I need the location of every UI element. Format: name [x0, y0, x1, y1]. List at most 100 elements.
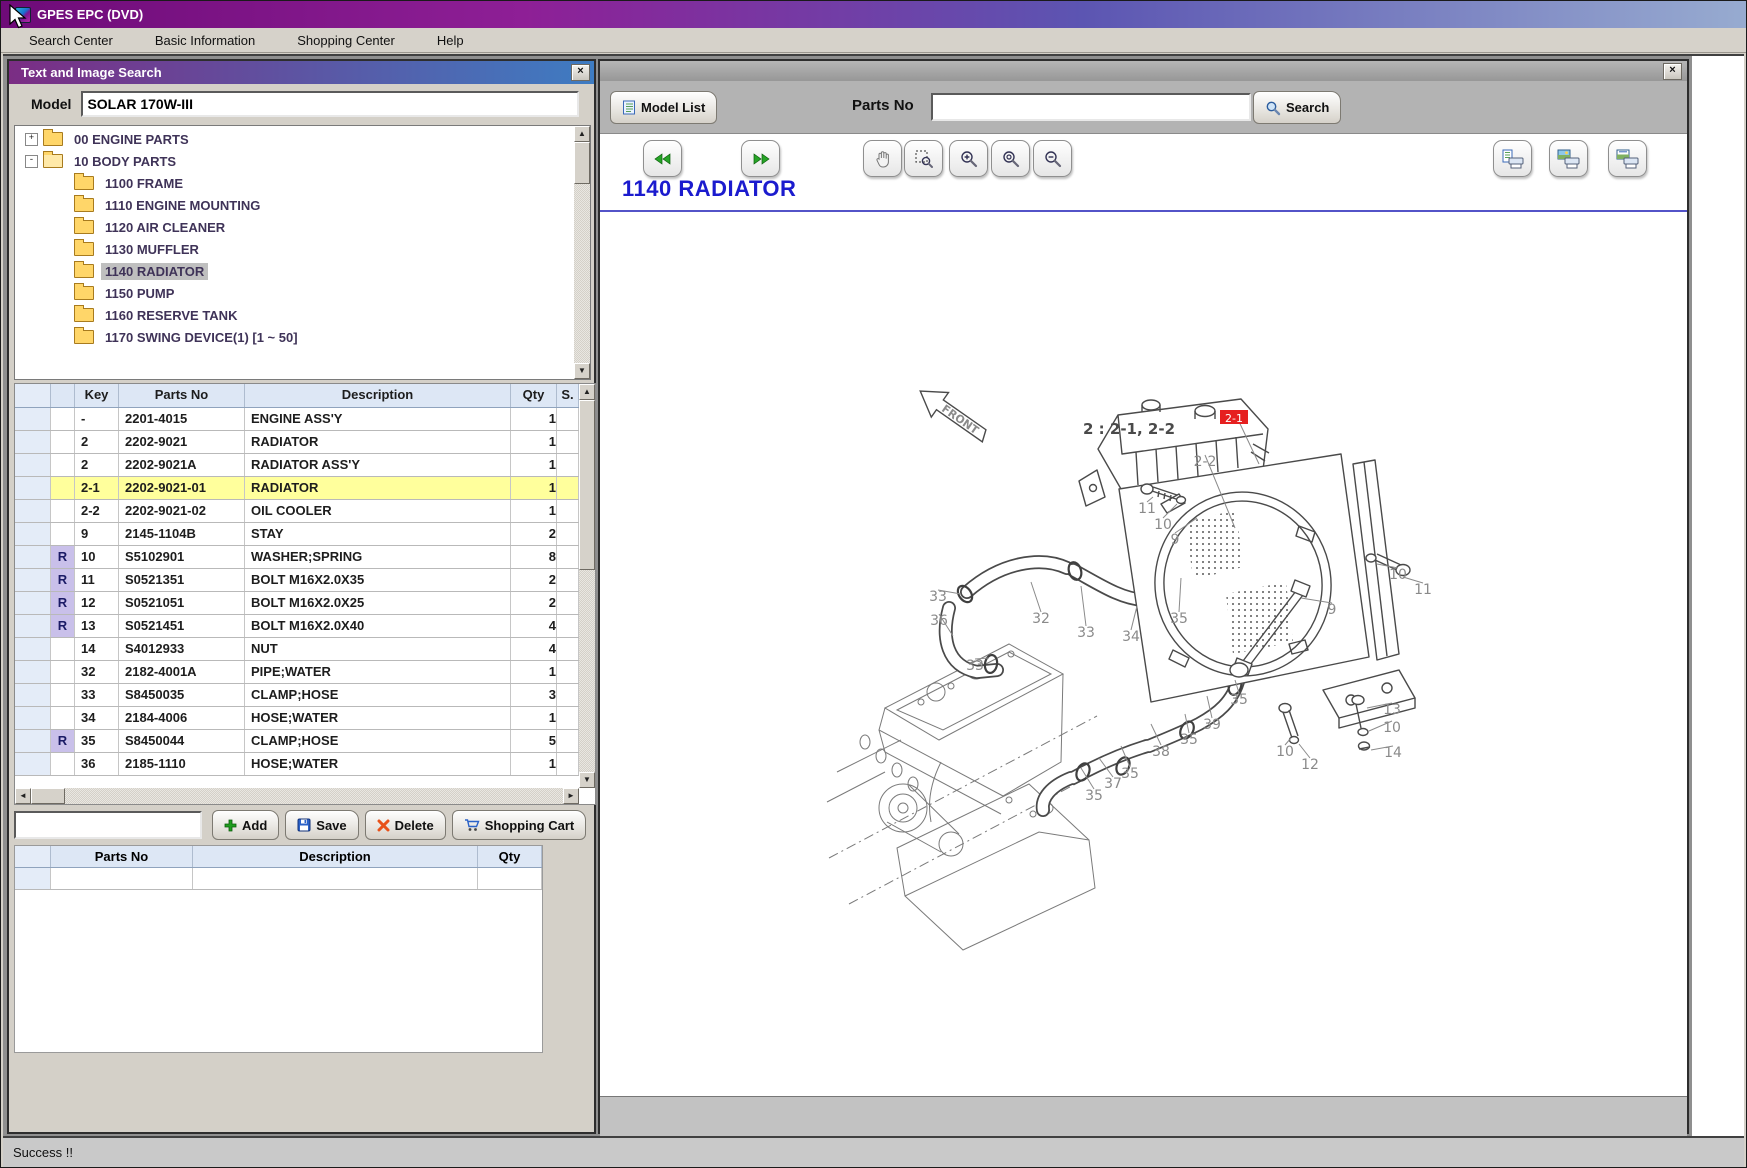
- print-all-button[interactable]: [1608, 140, 1647, 177]
- tree-item-1150-pump[interactable]: 1150 PUMP: [15, 282, 573, 304]
- zoom-reset-button[interactable]: [991, 140, 1030, 177]
- folder-icon: [74, 220, 94, 234]
- parts-table-vscrollbar[interactable]: ▲ ▼: [579, 384, 595, 788]
- menu-basic-information[interactable]: Basic Information: [141, 30, 269, 51]
- cell-s: [557, 661, 579, 683]
- cell-r-flag: R: [51, 569, 75, 591]
- parts-hscroll-thumb[interactable]: [31, 788, 65, 804]
- parts-row-2201-4015[interactable]: -2201-4015ENGINE ASS'Y1: [15, 408, 579, 431]
- parts-row-2185-1110[interactable]: 362185-1110HOSE;WATER1: [15, 753, 579, 776]
- parts-row-S8450035[interactable]: 33S8450035CLAMP;HOSE3: [15, 684, 579, 707]
- page-previous-button[interactable]: [643, 140, 682, 177]
- add-button[interactable]: Add: [212, 810, 279, 840]
- scroll-down-icon[interactable]: ▼: [579, 772, 595, 788]
- cell-key: 12: [75, 592, 119, 614]
- tree-item-1130-muffler[interactable]: 1130 MUFFLER: [15, 238, 573, 260]
- parts-row-2182-4001A[interactable]: 322182-4001APIPE;WATER1: [15, 661, 579, 684]
- cart-col-sel: [15, 846, 51, 867]
- tree-scrollbar[interactable]: ▲ ▼: [574, 126, 590, 379]
- menu-help[interactable]: Help: [423, 30, 478, 51]
- cart-table: Parts No Description Qty: [14, 845, 543, 1053]
- tree-item-1110-engine-mounting[interactable]: 1110 ENGINE MOUNTING: [15, 194, 573, 216]
- menu-search-center[interactable]: Search Center: [15, 30, 127, 51]
- parts-row-S0521051[interactable]: R12S0521051BOLT M16X2.0X252: [15, 592, 579, 615]
- tree-item-1100-frame[interactable]: 1100 FRAME: [15, 172, 573, 194]
- hand-icon: [875, 150, 891, 168]
- model-list-button[interactable]: Model List: [610, 91, 717, 124]
- close-icon[interactable]: ×: [571, 64, 590, 81]
- parts-row-2145-1104B[interactable]: 92145-1104BSTAY2: [15, 523, 579, 546]
- cell-r-flag: [51, 431, 75, 453]
- part-label: 35: [1170, 611, 1188, 627]
- parts-table-hscrollbar[interactable]: ◄ ►: [15, 788, 579, 804]
- parts-row-2202-9021[interactable]: 22202-9021RADIATOR1: [15, 431, 579, 454]
- part-label: 11: [1138, 501, 1156, 517]
- front-arrow-label: FRONT: [939, 402, 981, 437]
- print-image-button[interactable]: [1549, 140, 1588, 177]
- tree-item-1120-air-cleaner[interactable]: 1120 AIR CLEANER: [15, 216, 573, 238]
- parts-row-S8450044[interactable]: R35S8450044CLAMP;HOSE5: [15, 730, 579, 753]
- parts-no-input[interactable]: [931, 93, 1251, 121]
- delete-button[interactable]: Delete: [365, 810, 446, 840]
- menu-shopping-center[interactable]: Shopping Center: [283, 30, 409, 51]
- tree-item-10-body-parts[interactable]: -10 BODY PARTS: [15, 150, 573, 172]
- cell-key: 10: [75, 546, 119, 568]
- folder-icon: [74, 308, 94, 322]
- zoom-select-button[interactable]: [904, 140, 943, 177]
- tree-item-1140-radiator[interactable]: 1140 RADIATOR: [15, 260, 573, 282]
- model-input[interactable]: [81, 91, 579, 117]
- title-bar: GPES EPC (DVD): [1, 1, 1746, 28]
- tree-scrollbar-thumb[interactable]: [574, 142, 590, 184]
- cell-s: [557, 753, 579, 775]
- part-label: 14: [1384, 745, 1402, 761]
- scroll-left-icon[interactable]: ◄: [15, 788, 31, 804]
- radiator-diagram[interactable]: FRONT: [600, 214, 1685, 1054]
- actions-row: Add Save Delete Shopping Cart: [14, 807, 594, 843]
- parts-row-S4012933[interactable]: 14S4012933NUT4: [15, 638, 579, 661]
- parts-row-2202-9021-02[interactable]: 2-22202-9021-02OIL COOLER1: [15, 500, 579, 523]
- collapse-icon[interactable]: -: [25, 155, 38, 168]
- tree-item-1170-swing-device-1-1-50[interactable]: 1170 SWING DEVICE(1) [1 ~ 50]: [15, 326, 573, 348]
- parts-row-S5102901[interactable]: R10S5102901WASHER;SPRING8: [15, 546, 579, 569]
- scroll-down-icon[interactable]: ▼: [574, 363, 590, 379]
- scroll-up-icon[interactable]: ▲: [574, 126, 590, 142]
- search-button[interactable]: Search: [1253, 91, 1341, 124]
- cell-r-flag: [51, 638, 75, 660]
- cell-r-flag: [51, 454, 75, 476]
- parts-row-2202-9021A[interactable]: 22202-9021ARADIATOR ASS'Y1: [15, 454, 579, 477]
- parts-row-S0521351[interactable]: R11S0521351BOLT M16X2.0X352: [15, 569, 579, 592]
- cell-parts-no: S8450035: [119, 684, 245, 706]
- scroll-up-icon[interactable]: ▲: [579, 384, 595, 400]
- parts-row-2202-9021-01[interactable]: 2-12202-9021-01RADIATOR1: [15, 477, 579, 500]
- zoom-in-button[interactable]: [949, 140, 988, 177]
- pan-hand-button[interactable]: [863, 140, 902, 177]
- part-label: 32: [1032, 611, 1050, 627]
- tree-item-label: 1140 RADIATOR: [101, 263, 208, 280]
- printer-image-icon: [1557, 149, 1581, 169]
- cell-select: [15, 592, 51, 614]
- parts-row-S0521451[interactable]: R13S0521451BOLT M16X2.0X404: [15, 615, 579, 638]
- zoom-in-icon: [960, 150, 978, 168]
- quick-parts-input[interactable]: [14, 811, 202, 839]
- scroll-right-icon[interactable]: ►: [563, 788, 579, 804]
- page-next-button[interactable]: [741, 140, 780, 177]
- tree-item-00-engine-parts[interactable]: +00 ENGINE PARTS: [15, 128, 573, 150]
- cell-parts-no: S4012933: [119, 638, 245, 660]
- folder-icon: [74, 264, 94, 278]
- cell-qty: 4: [511, 615, 557, 637]
- zoom-out-button[interactable]: [1033, 140, 1072, 177]
- parts-vscroll-thumb[interactable]: [579, 400, 595, 570]
- print-list-button[interactable]: [1493, 140, 1532, 177]
- cell-s: [557, 569, 579, 591]
- parts-table: KeyParts NoDescriptionQtyS. -2201-4015EN…: [14, 383, 596, 805]
- close-icon[interactable]: ×: [1663, 63, 1682, 80]
- cart-empty-row[interactable]: [15, 868, 542, 890]
- tree-item-1160-reserve-tank[interactable]: 1160 RESERVE TANK: [15, 304, 573, 326]
- parts-row-2184-4006[interactable]: 342184-4006HOSE;WATER1: [15, 707, 579, 730]
- cell-description: HOSE;WATER: [245, 707, 511, 729]
- save-button[interactable]: Save: [285, 810, 358, 840]
- expand-icon[interactable]: +: [25, 133, 38, 146]
- shopping-cart-button[interactable]: Shopping Cart: [452, 810, 587, 840]
- cell-description: NUT: [245, 638, 511, 660]
- cell-qty: 2: [511, 569, 557, 591]
